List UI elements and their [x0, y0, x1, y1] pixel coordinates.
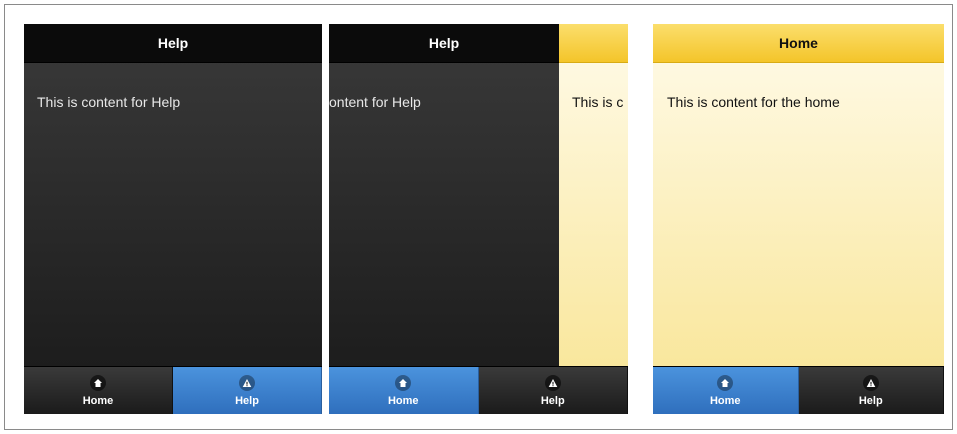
page-title: Help [428, 35, 460, 51]
page-header: Home [653, 24, 944, 63]
alert-icon [239, 374, 255, 391]
tab-help[interactable]: Help [173, 367, 322, 414]
page-header: Help [24, 24, 322, 63]
tab-label: Help [858, 394, 883, 407]
tab-label: Help [235, 394, 259, 407]
home-page-sliding: This is c [559, 24, 628, 366]
tab-help[interactable]: Help [798, 367, 944, 414]
tab-label: Home [82, 394, 114, 407]
transition-screen: Help ontent for Help This is c Home Help [329, 24, 628, 414]
tab-bar: Home Help [329, 366, 628, 414]
alert-icon [544, 374, 561, 391]
tab-home[interactable]: Home [329, 367, 479, 414]
home-icon [717, 374, 734, 391]
page-header [559, 24, 628, 63]
home-screen: Home This is content for the home Home H… [653, 24, 944, 414]
page-content: This is content for Help [37, 94, 181, 110]
tab-label: Help [540, 394, 565, 407]
tab-home[interactable]: Home [24, 367, 173, 414]
page-content: This is c [572, 94, 624, 110]
home-icon [90, 374, 106, 391]
help-page-sliding: Help ontent for Help [329, 24, 559, 366]
page-content: ontent for Help [329, 94, 421, 110]
help-screen: Help This is content for Help Home Help [24, 24, 322, 414]
help-page: Help This is content for Help [24, 24, 322, 366]
tab-label: Home [709, 394, 741, 407]
home-icon [395, 374, 412, 391]
tab-label: Home [387, 394, 419, 407]
tab-bar: Home Help [653, 366, 944, 414]
page-content: This is content for the home [667, 94, 840, 110]
page-title: Help [157, 35, 189, 51]
page-title: Home [779, 35, 818, 51]
tab-bar: Home Help [24, 366, 322, 414]
page-header: Help [329, 24, 559, 63]
tab-help[interactable]: Help [478, 367, 628, 414]
tab-home[interactable]: Home [653, 367, 799, 414]
home-page: Home This is content for the home [653, 24, 944, 366]
alert-icon [862, 374, 879, 391]
